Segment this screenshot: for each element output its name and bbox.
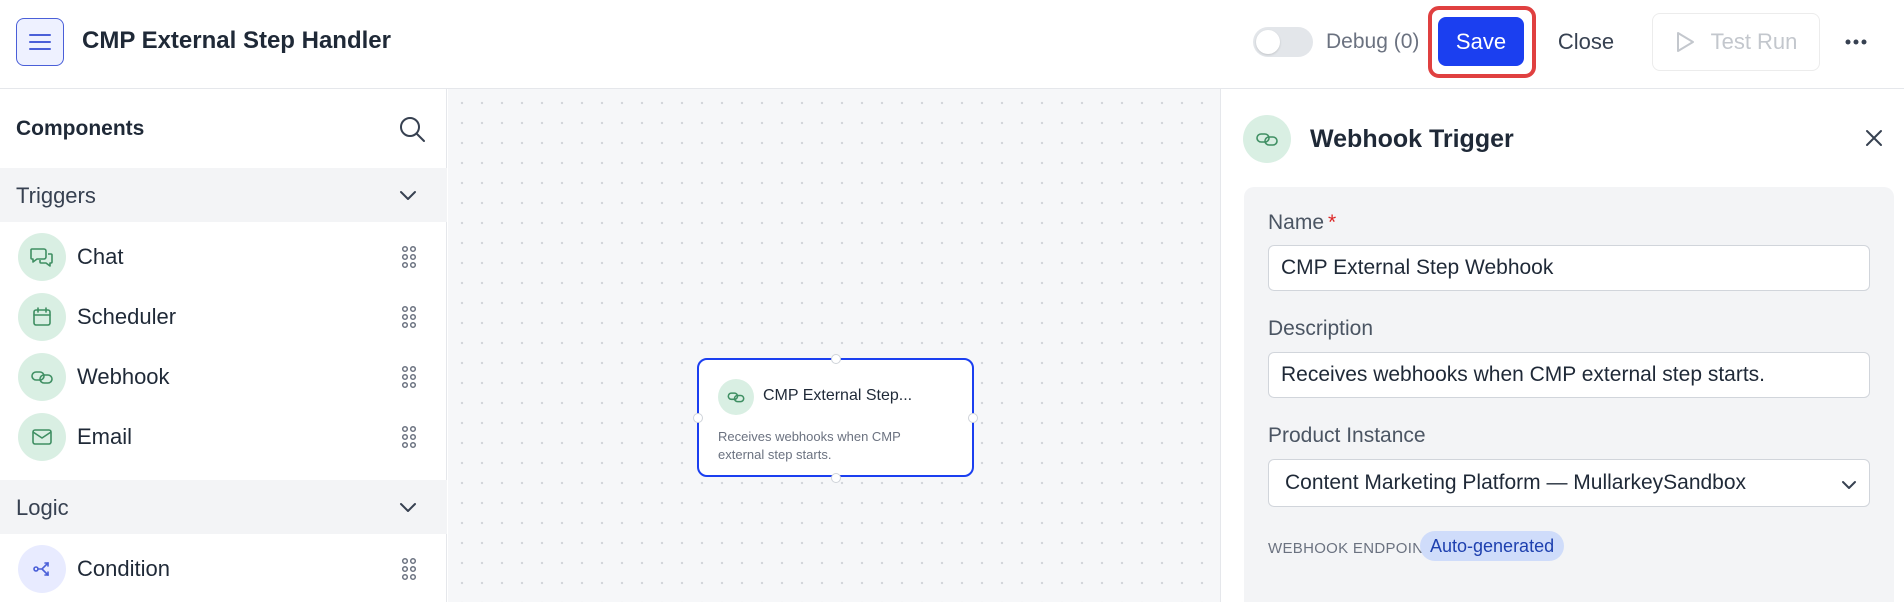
chevron-down-icon: [400, 191, 416, 200]
component-item-email[interactable]: Email: [0, 407, 447, 467]
components-search-button[interactable]: [398, 115, 426, 148]
product-instance-value: Content Marketing Platform — MullarkeySa…: [1285, 471, 1747, 494]
component-item-label: Scheduler: [77, 304, 177, 329]
calendar-icon: [18, 293, 66, 341]
node-handle-bottom[interactable]: [831, 473, 841, 483]
node-handle-right[interactable]: [968, 413, 978, 423]
component-item-chat[interactable]: Chat: [0, 227, 447, 287]
required-mark: *: [1328, 211, 1337, 234]
component-item-webhook[interactable]: Webhook: [0, 347, 447, 407]
component-item-scheduler[interactable]: Scheduler: [0, 287, 447, 347]
section-triggers[interactable]: Triggers: [0, 168, 447, 222]
mail-icon: [18, 413, 66, 461]
test-run-label: Test Run: [1710, 29, 1798, 54]
node-handle-top[interactable]: [831, 354, 841, 364]
drag-handle-icon[interactable]: [401, 245, 417, 269]
menu-button[interactable]: [16, 18, 64, 66]
components-title: Components: [16, 117, 145, 140]
workflow-node-webhook[interactable]: CMP External Step... Receives webhooks w…: [693, 354, 978, 483]
component-item-label: Webhook: [77, 364, 170, 389]
auto-generated-badge: Auto-generated: [1420, 531, 1565, 561]
panel-close-button[interactable]: [1863, 127, 1885, 154]
components-sidebar: Components Triggers Chat Scheduler Webho…: [0, 89, 447, 602]
test-run-button[interactable]: Test Run: [1652, 13, 1820, 71]
name-label: Name *: [1268, 211, 1337, 234]
chevron-down-icon: [1842, 481, 1856, 489]
drag-handle-icon[interactable]: [401, 365, 417, 389]
close-icon: [1866, 130, 1882, 146]
drag-handle-icon[interactable]: [401, 425, 417, 449]
page-title: CMP External Step Handler: [82, 27, 391, 54]
panel-title: Webhook Trigger: [1310, 125, 1514, 153]
component-item-condition[interactable]: Condition: [0, 539, 447, 599]
drag-handle-icon[interactable]: [401, 305, 417, 329]
chevron-down-icon: [400, 503, 416, 512]
component-item-label: Condition: [77, 556, 170, 581]
link-icon: [18, 353, 66, 401]
webhook-endpoint-label: WEBHOOK ENDPOINT: [1268, 540, 1433, 557]
node-title: CMP External Step...: [763, 387, 913, 404]
close-button[interactable]: Close: [1552, 17, 1620, 66]
debug-label: Debug (0): [1326, 30, 1420, 53]
top-bar: CMP External Step Handler Debug (0) Save…: [0, 0, 1904, 89]
component-item-label: Chat: [77, 244, 124, 269]
workflow-canvas[interactable]: CMP External Step... Receives webhooks w…: [448, 89, 1220, 602]
description-field[interactable]: Receives webhooks when CMP external step…: [1268, 352, 1870, 398]
link-icon: [1243, 115, 1291, 163]
product-instance-label: Product Instance: [1268, 424, 1426, 447]
properties-panel: Webhook Trigger Name * CMP External Step …: [1220, 89, 1904, 602]
trigger-form: Name * CMP External Step Webhook Descript…: [1244, 187, 1894, 602]
hamburger-icon: [29, 34, 51, 50]
chat-icon: [18, 233, 66, 281]
link-icon: [718, 379, 754, 415]
description-label: Description: [1268, 317, 1374, 340]
more-options-button[interactable]: [1836, 24, 1876, 60]
section-label: Logic: [16, 495, 69, 520]
branch-icon: [18, 545, 66, 593]
play-icon: [1676, 32, 1694, 52]
node-handle-left[interactable]: [693, 413, 703, 423]
debug-toggle[interactable]: [1253, 27, 1313, 57]
save-button[interactable]: Save: [1438, 17, 1524, 66]
drag-handle-icon[interactable]: [401, 557, 417, 581]
more-horizontal-icon: [1845, 39, 1867, 45]
toggle-knob: [1256, 30, 1280, 54]
search-icon: [400, 117, 425, 142]
component-item-label: Email: [77, 424, 133, 449]
section-logic[interactable]: Logic: [0, 480, 447, 534]
node-description: Receives webhooks when CMP external step…: [718, 429, 901, 462]
name-field[interactable]: CMP External Step Webhook: [1268, 245, 1870, 291]
product-instance-select[interactable]: Content Marketing Platform — MullarkeySa…: [1268, 459, 1870, 507]
section-label: Triggers: [16, 183, 96, 208]
